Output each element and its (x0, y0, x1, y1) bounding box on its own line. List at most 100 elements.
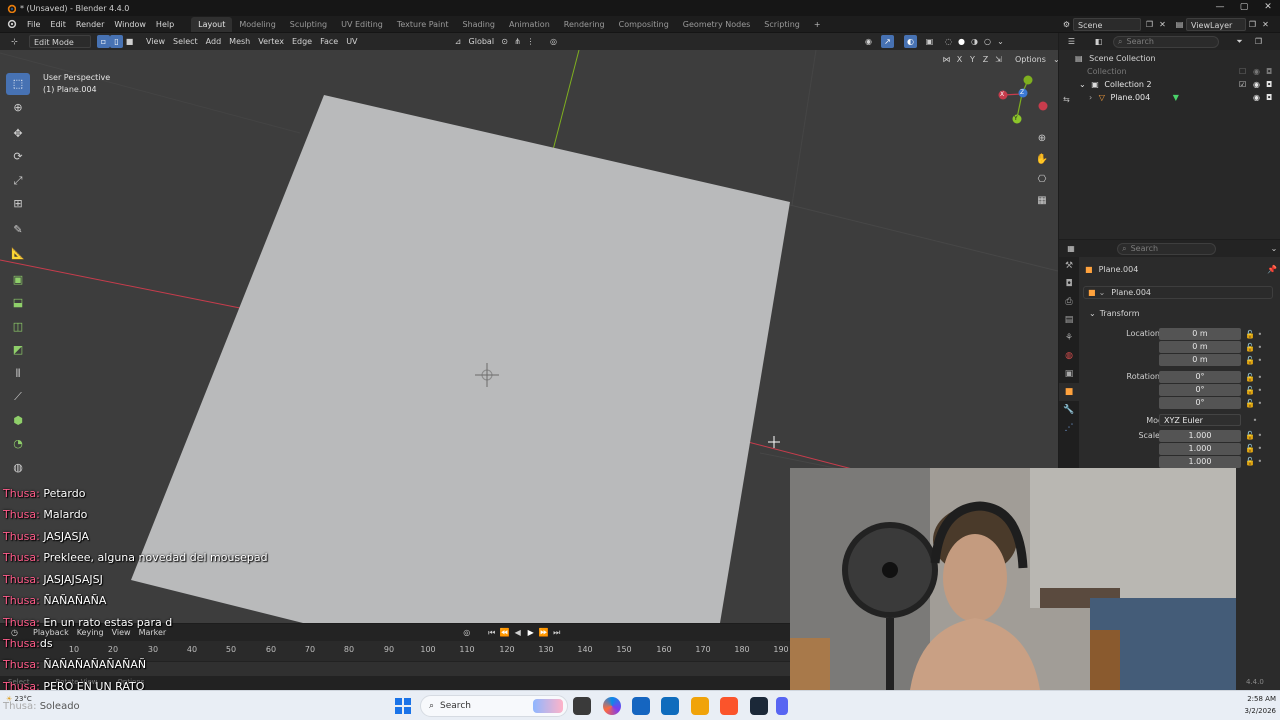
menu-view[interactable]: View (142, 35, 169, 48)
copilot-icon[interactable] (603, 697, 621, 715)
output-tab-icon[interactable]: ⎙ (1059, 293, 1079, 311)
render-camera-icon[interactable]: ◘ (1266, 91, 1272, 104)
exclude-checkbox[interactable]: ☐ (1239, 65, 1246, 78)
tab-animation[interactable]: Animation (502, 17, 557, 32)
lock-icon[interactable]: 🔓 • (1245, 384, 1275, 397)
visibility-eye-icon[interactable]: ◉ (1253, 78, 1260, 91)
location-x-field[interactable]: 0 m (1159, 328, 1241, 340)
visibility-eye-icon[interactable]: ◉ (1253, 65, 1260, 78)
menu-select[interactable]: Select (169, 35, 202, 48)
rotation-z-field[interactable]: 0° (1159, 397, 1241, 409)
mirror-z-toggle[interactable]: Z (979, 53, 992, 66)
shading-options-icon[interactable]: ⌄ (994, 35, 1007, 48)
plane-object-row[interactable]: › ▽ Plane.004 ▼ ◉ ◘ (1059, 91, 1280, 104)
spin-tool-icon[interactable]: ◔ (6, 433, 30, 455)
measure-tool-icon[interactable]: 📐 (6, 243, 30, 265)
menu-help[interactable]: Help (151, 16, 179, 33)
play-icon[interactable]: ▶ (524, 626, 537, 639)
menu-mesh[interactable]: Mesh (225, 35, 254, 48)
face-select-icon[interactable]: ■ (123, 35, 136, 48)
orientation-selector[interactable]: Global (465, 35, 499, 48)
keyframe-dot-icon[interactable]: • (1245, 414, 1275, 427)
annotate-tool-icon[interactable]: ✎ (6, 219, 30, 241)
jump-start-icon[interactable]: ⏮ (485, 626, 498, 639)
new-view-layer-icon[interactable]: ❐ (1246, 18, 1259, 31)
add-workspace-button[interactable]: + (807, 17, 828, 32)
scene-selector[interactable]: Scene (1073, 18, 1141, 31)
gizmo-toggle-icon[interactable]: ↗ (881, 35, 894, 48)
display-mode-icon[interactable]: ◧ (1092, 35, 1105, 48)
tab-layout[interactable]: Layout (191, 17, 233, 32)
mirror-y-toggle[interactable]: Y (966, 53, 979, 66)
vertex-select-icon[interactable]: ▫ (97, 35, 110, 48)
discord-icon[interactable] (776, 697, 788, 715)
scale-z-field[interactable]: 1.000 (1159, 456, 1241, 468)
auto-merge-icon[interactable]: ⇲ (992, 53, 1005, 66)
editor-type-icon[interactable]: ⊹ (8, 35, 21, 48)
render-tab-icon[interactable]: ◘ (1059, 275, 1079, 293)
collection-2-row[interactable]: ⌄ ▣ Collection 2 ☑ ◉ ◘ (1059, 78, 1280, 91)
tab-modeling[interactable]: Modeling (232, 17, 282, 32)
menu-file[interactable]: File (22, 16, 45, 33)
lock-icon[interactable]: 🔓 • (1245, 442, 1275, 455)
windows-start-icon[interactable] (394, 697, 412, 715)
view-layer-tab-icon[interactable]: ▤ (1059, 311, 1079, 329)
lock-icon[interactable]: 🔓 • (1245, 341, 1275, 354)
lock-icon[interactable]: 🔓 • (1245, 328, 1275, 341)
solid-shading-icon[interactable]: ● (955, 35, 968, 48)
smooth-tool-icon[interactable]: ◍ (6, 457, 30, 479)
close-button[interactable]: ✕ (1256, 0, 1280, 16)
render-camera-icon[interactable]: ◘ (1266, 78, 1272, 91)
snap-icon[interactable]: ⋔ (511, 35, 524, 48)
rotation-y-field[interactable]: 0° (1159, 384, 1241, 396)
visibility-icon[interactable]: ◉ (862, 35, 875, 48)
navigation-gizmo[interactable]: X Z Y (994, 73, 1050, 125)
poly-build-tool-icon[interactable]: ⬢ (6, 410, 30, 432)
prev-keyframe-icon[interactable]: ⏪ (498, 626, 511, 639)
zoom-icon[interactable]: ⊕ (1032, 129, 1052, 148)
outliner-search-input[interactable]: ⌕ Search (1113, 35, 1219, 48)
menu-edit[interactable]: Edit (45, 16, 71, 33)
scale-x-field[interactable]: 1.000 (1159, 430, 1241, 442)
mode-selector[interactable]: Edit Mode (29, 35, 91, 48)
perspective-toggle-icon[interactable]: ▦ (1032, 191, 1052, 210)
delete-view-layer-icon[interactable]: ✕ (1259, 18, 1272, 31)
tab-texture-paint[interactable]: Texture Paint (390, 17, 456, 32)
loop-cut-tool-icon[interactable]: ⫴ (6, 363, 30, 385)
new-collection-icon[interactable]: ❐ (1252, 35, 1265, 48)
blender-menu-icon[interactable] (0, 19, 22, 30)
jump-end-icon[interactable]: ⏭ (550, 626, 563, 639)
menu-face[interactable]: Face (316, 35, 342, 48)
lock-icon[interactable]: 🔓 • (1245, 397, 1275, 410)
scene-collection-row[interactable]: ▤ Scene Collection (1059, 52, 1280, 65)
add-cube-tool-icon[interactable]: ▣ (6, 269, 30, 291)
record-icon[interactable]: ◎ (460, 626, 473, 639)
mirror-x-toggle[interactable]: X (953, 53, 966, 66)
properties-editor-icon[interactable]: ▦ (1065, 242, 1077, 255)
pan-hand-icon[interactable]: ✋ (1032, 150, 1052, 169)
transform-panel-header[interactable]: ⌄ Transform (1089, 309, 1140, 318)
include-checkbox[interactable]: ☑ (1239, 78, 1246, 91)
move-tool-icon[interactable]: ✥ (6, 123, 30, 145)
pin-icon[interactable]: 📌 (1267, 265, 1277, 274)
scale-y-field[interactable]: 1.000 (1159, 443, 1241, 455)
options-dropdown[interactable]: Options (1011, 53, 1050, 66)
wireframe-shading-icon[interactable]: ◌ (942, 35, 955, 48)
bevel-tool-icon[interactable]: ◩ (6, 339, 30, 361)
clock[interactable]: 2:58 AM 3/2/2026 (1236, 693, 1276, 717)
menu-uv[interactable]: UV (342, 35, 361, 48)
tab-sculpting[interactable]: Sculpting (283, 17, 334, 32)
filter-icon[interactable]: ⏷ (1233, 35, 1246, 48)
inset-tool-icon[interactable]: ◫ (6, 316, 30, 338)
transform-tool-icon[interactable]: ⊞ (6, 193, 30, 215)
brave-icon[interactable] (720, 697, 738, 715)
maximize-button[interactable]: ▢ (1232, 0, 1256, 16)
tab-compositing[interactable]: Compositing (612, 17, 676, 32)
location-y-field[interactable]: 0 m (1159, 341, 1241, 353)
snap-target-icon[interactable]: ⋮ (524, 35, 537, 48)
properties-options-icon[interactable]: ⌄ (1268, 242, 1280, 255)
task-view-icon[interactable] (573, 697, 591, 715)
lock-icon[interactable]: 🔓 • (1245, 354, 1275, 367)
minimize-button[interactable]: — (1208, 0, 1232, 16)
object-name-field[interactable]: ■ ⌄ Plane.004 (1083, 286, 1273, 299)
